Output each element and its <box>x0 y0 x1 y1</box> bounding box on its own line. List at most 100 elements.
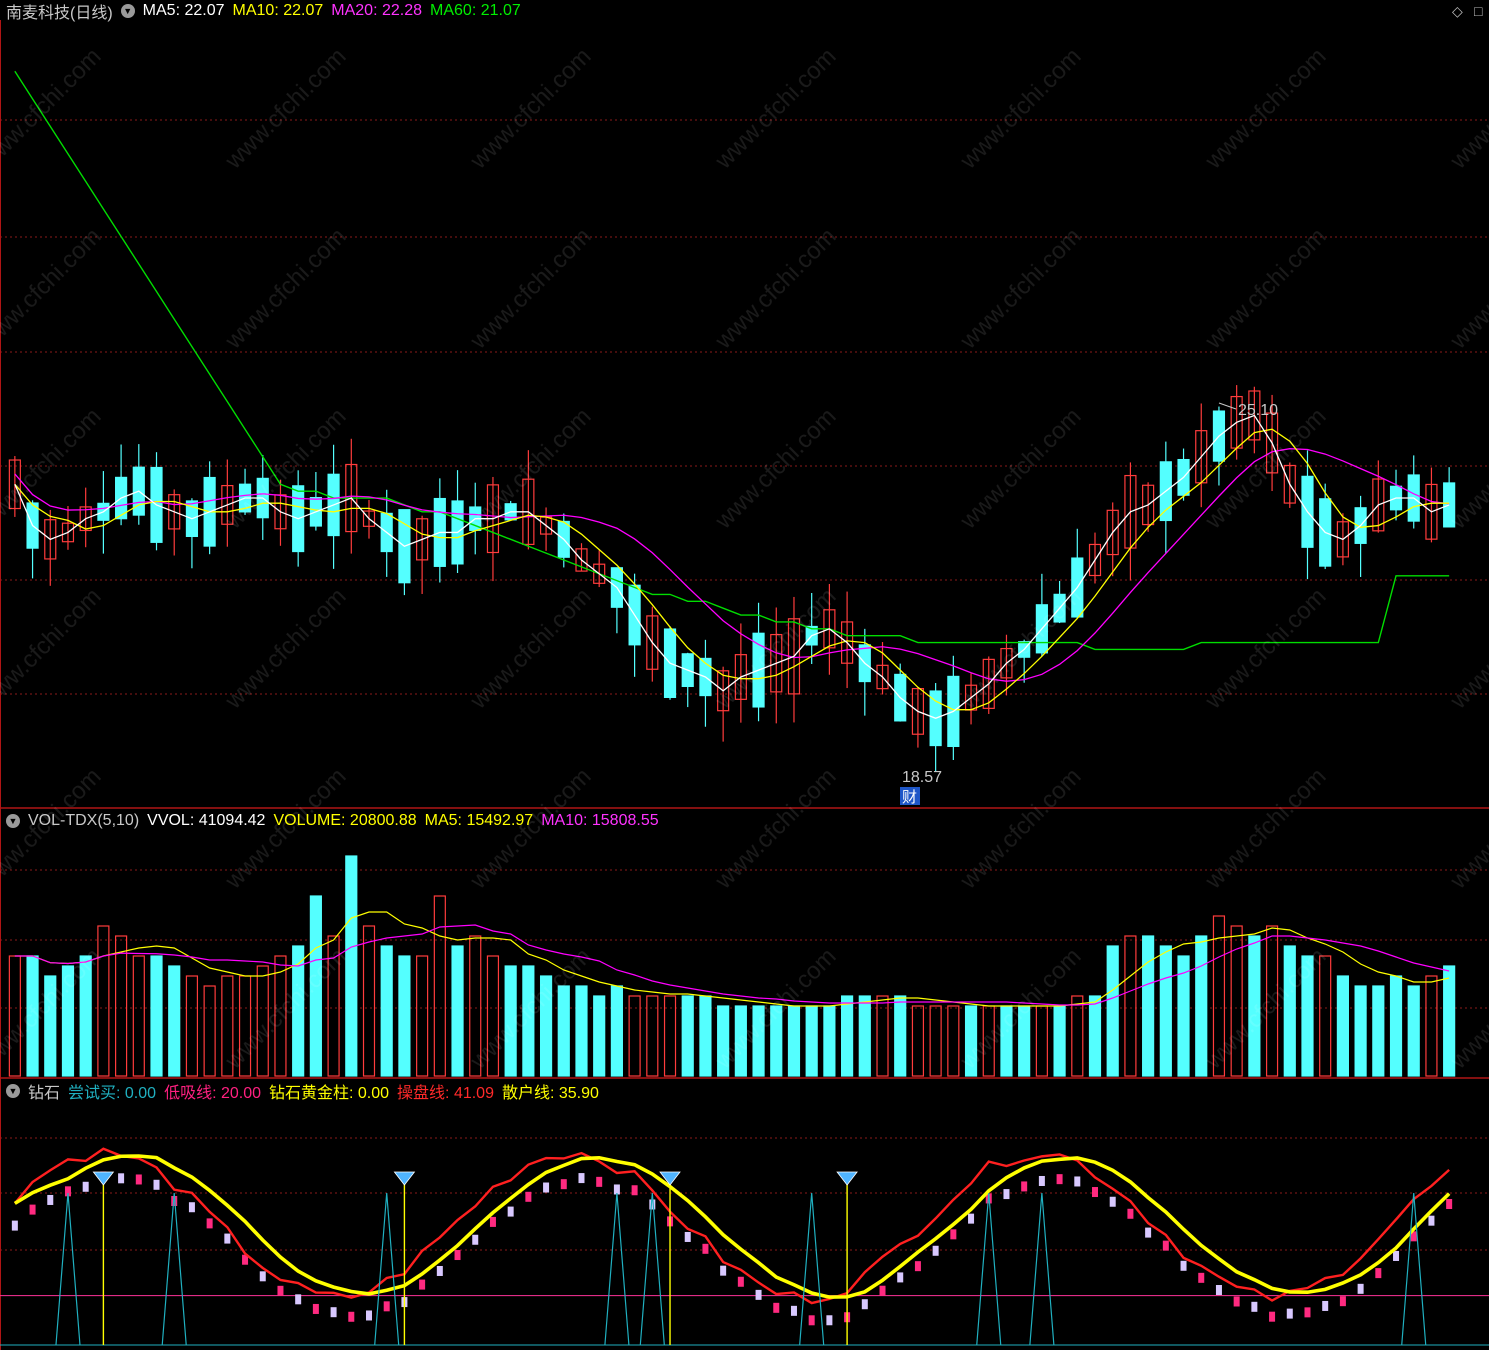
try-buy-spike <box>161 1192 187 1346</box>
retail-bar <box>596 1176 603 1187</box>
retail-bar <box>1021 1181 1028 1192</box>
retail-bar <box>1056 1174 1063 1185</box>
diamond-title: 钻石 <box>28 1085 61 1102</box>
volume-bar <box>1407 985 1420 1077</box>
retail-bar <box>135 1174 142 1185</box>
watermark-text: www.cfchi.com <box>1199 43 1331 175</box>
low-price-label: 18.57 <box>902 769 942 786</box>
volume-bar <box>557 985 570 1077</box>
volume-bar <box>610 985 623 1077</box>
watermark-text: www.cfchi.com <box>1199 223 1331 355</box>
retail-bar <box>206 1218 213 1229</box>
maximize-icon[interactable]: □ <box>1474 3 1482 19</box>
volume-legend: ▼ VOL-TDX(5,10) VVOL: 41094.42 VOLUME: 2… <box>6 811 659 831</box>
retail-bar <box>737 1276 744 1287</box>
retail-bar <box>578 1173 585 1184</box>
retail-bar <box>330 1307 337 1318</box>
watermark-text: www.cfchi.com <box>1444 43 1489 175</box>
retail-bar <box>47 1194 54 1205</box>
operator-line <box>13 1147 1450 1305</box>
retail-bar <box>826 1315 833 1326</box>
volume-bar <box>1088 995 1102 1077</box>
volume-menu-icon[interactable]: ▼ <box>6 814 20 828</box>
retail-bar <box>1286 1308 1293 1319</box>
try-buy-spike <box>604 1192 630 1346</box>
volume-bar <box>805 1005 818 1077</box>
retail-bar <box>188 1202 195 1213</box>
volume-bar <box>911 1005 925 1077</box>
retail-bar <box>914 1261 921 1272</box>
volume-bar <box>433 895 446 1077</box>
retail-bar <box>1127 1208 1134 1219</box>
volume-bar <box>841 995 854 1077</box>
retail-bar <box>224 1233 231 1244</box>
restore-icon[interactable]: ◇ <box>1452 3 1463 20</box>
try-buy-spike <box>1029 1192 1055 1346</box>
volume-bar <box>929 1005 942 1077</box>
retail-bar <box>1145 1227 1152 1238</box>
retail-bar <box>950 1229 957 1240</box>
fin-marker-label: 财 <box>902 788 917 806</box>
high-price-label: 25.10 <box>1238 402 1278 419</box>
retail-bar <box>897 1272 904 1283</box>
retail-bar <box>1339 1296 1346 1307</box>
volume-bar <box>132 955 145 1077</box>
volume-bar <box>787 1005 801 1077</box>
watermark-text: www.cfchi.com <box>219 583 351 715</box>
retail-bar <box>419 1279 426 1290</box>
retail-bar <box>684 1231 691 1242</box>
vol-ma5-value: MA5: 15492.97 <box>424 812 534 829</box>
main-legend: 南麦科技(日线) ▼ MA5: 22.07 MA10: 22.07 MA20: … <box>6 1 521 22</box>
watermark-text: www.cfchi.com <box>709 223 841 355</box>
retail-bar <box>932 1245 939 1256</box>
watermark-text: www.cfchi.com <box>954 223 1086 355</box>
ma20-label: MA20: 22.28 <box>331 2 423 19</box>
retail-bar <box>277 1285 284 1296</box>
volume-bar <box>1336 975 1349 1077</box>
watermark-text: www.cfchi.com <box>954 403 1086 535</box>
volume-title: VOL-TDX(5,10) <box>28 812 140 829</box>
volume-bar <box>575 985 588 1077</box>
try-buy-spike <box>639 1192 665 1346</box>
retail-bar <box>968 1213 975 1224</box>
watermark-text: www.cfchi.com <box>219 43 351 175</box>
volume-bar <box>699 995 712 1077</box>
watermark-text: www.cfchi.com <box>1199 763 1331 895</box>
indicator-menu-icon[interactable]: ▼ <box>120 4 135 18</box>
try-buy-spike <box>374 1192 400 1346</box>
volume-bar <box>1106 945 1119 1077</box>
watermark-text: www.cfchi.com <box>464 223 596 355</box>
retail-bar <box>773 1302 780 1313</box>
retail-bar <box>383 1301 390 1312</box>
volume-bar <box>823 1005 836 1077</box>
watermark-text: www.cfchi.com <box>0 403 106 535</box>
retail-bar <box>649 1199 656 1210</box>
retail-bar <box>1215 1285 1222 1296</box>
volume-bar <box>203 985 216 1077</box>
watermark-text: www.cfchi.com <box>954 583 1086 715</box>
watermark-text: www.cfchi.com <box>0 223 106 355</box>
watermark-text: www.cfchi.com <box>709 763 841 895</box>
volume-bar <box>1372 985 1385 1077</box>
volume-bar <box>150 955 163 1077</box>
diamond-menu-icon[interactable]: ▼ <box>6 1084 20 1098</box>
diamond-icon <box>836 1171 858 1186</box>
volume-bar <box>185 975 199 1077</box>
watermark-text: www.cfchi.com <box>464 583 596 715</box>
watermark-text: www.cfchi.com <box>0 43 106 175</box>
watermark-text: www.cfchi.com <box>709 583 841 715</box>
retail-bar <box>631 1185 638 1196</box>
ma5-label: MA5: 22.07 <box>142 2 225 19</box>
volume-bar <box>380 945 393 1077</box>
retail-bar <box>1393 1250 1400 1261</box>
vvol-value: VVOL: 41094.42 <box>147 812 266 829</box>
retail-bar <box>259 1271 266 1282</box>
volume-value: VOLUME: 20800.88 <box>273 812 417 829</box>
retail-bar <box>1428 1215 1435 1226</box>
ma10-label: MA10: 22.07 <box>232 2 324 19</box>
volume-bar <box>681 995 694 1077</box>
try-buy-spike <box>1401 1192 1427 1346</box>
diamond-icon <box>92 1171 115 1186</box>
retail-bar <box>1304 1307 1311 1318</box>
retail-bar <box>1162 1240 1169 1251</box>
